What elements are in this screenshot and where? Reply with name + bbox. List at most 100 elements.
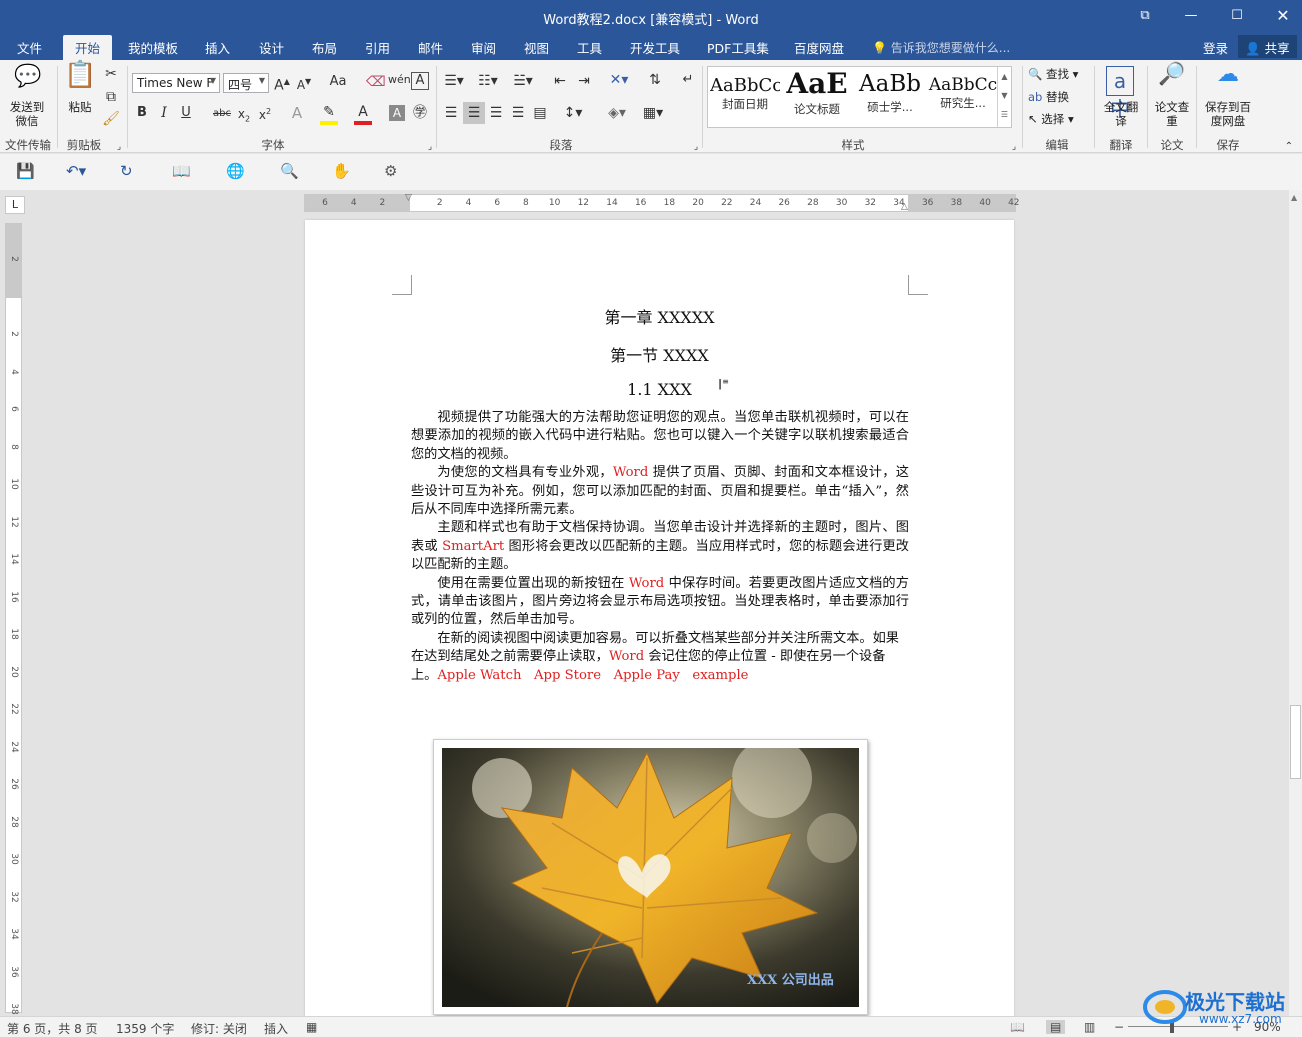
web-layout-icon[interactable]: 🌐 — [226, 162, 245, 180]
image-frame[interactable]: XXX 公司出品 — [433, 739, 868, 1015]
read-mode-view-icon[interactable]: 📖 — [1010, 1020, 1025, 1034]
login-button[interactable]: 登录 — [1203, 38, 1228, 57]
track-changes-status[interactable]: 修订: 关闭 — [191, 1020, 247, 1037]
multilevel-list-icon[interactable]: ☱▾ — [509, 72, 537, 90]
numbering-icon[interactable]: ☷▾ — [475, 72, 501, 90]
horizontal-ruler[interactable]: 6 4 2 2 4 6 8 10 12 14 16 18 20 22 24 26 28 30 32 34 36 38 40 4… — [304, 193, 1020, 212]
save-baidu-button[interactable]: 保存到百度网盘 — [1200, 100, 1256, 128]
more-styles-icon[interactable]: ☰ — [998, 105, 1011, 124]
copy-icon[interactable]: ⧉ — [102, 88, 120, 106]
style-paper-title[interactable]: AaE 论文标题 — [782, 67, 852, 127]
line-spacing-icon[interactable]: ↕▾ — [560, 104, 586, 122]
distributed-icon[interactable]: ▤ — [530, 104, 550, 122]
vertical-ruler[interactable]: 2 2 4 6 8 10 12 14 16 18 20 22 24 26 28 30 32 34 36 38 — [5, 223, 22, 1015]
borders-icon[interactable]: ▦▾ — [638, 104, 668, 122]
align-right-icon[interactable]: ☰ — [486, 104, 506, 122]
maximize-icon[interactable]: ☐ — [1225, 6, 1249, 28]
print-layout-view-icon[interactable]: ▤ — [1046, 1020, 1066, 1034]
subscript-icon[interactable]: x2 — [236, 105, 252, 128]
leaf-photo[interactable]: XXX 公司出品 — [442, 748, 859, 1007]
section-heading[interactable]: 第一节 XXXX — [305, 342, 1014, 366]
strikethrough-icon[interactable]: abc — [212, 105, 232, 123]
share-button[interactable]: 👤 共享 — [1238, 35, 1297, 58]
grow-font-icon[interactable]: A▲ — [274, 73, 290, 95]
superscript-icon[interactable]: x2 — [257, 103, 273, 124]
character-shading-icon[interactable]: A — [389, 105, 405, 121]
insert-mode-status[interactable]: 插入 — [264, 1020, 288, 1037]
minimize-icon[interactable]: — — [1179, 6, 1203, 28]
tab-design[interactable]: 设计 — [259, 38, 284, 57]
shrink-font-icon[interactable]: A▼ — [296, 73, 312, 94]
send-wechat-button[interactable]: 发送到微信 — [6, 100, 48, 128]
paragraph[interactable]: 视频提供了功能强大的方法帮助您证明您的观点。当您单击联机视频时，可以在想要添加的… — [411, 409, 909, 464]
sort-icon[interactable]: ⇅ — [645, 71, 665, 89]
shading-icon[interactable]: ◈▾ — [603, 104, 631, 122]
tab-layout[interactable]: 布局 — [312, 38, 337, 57]
web-layout-view-icon[interactable]: ▥ — [1084, 1020, 1095, 1034]
body-text[interactable]: 视频提供了功能强大的方法帮助您证明您的观点。当您单击联机视频时，可以在想要添加的… — [411, 409, 909, 685]
replace-button[interactable]: ab 替换 — [1028, 90, 1088, 104]
enclose-characters-icon[interactable]: ㊫ — [411, 104, 429, 122]
macro-record-icon[interactable]: ▦ — [306, 1020, 317, 1034]
style-master[interactable]: AaBb 硕士学... — [854, 67, 926, 127]
styles-scroll[interactable]: ▲ ▼ ☰ — [997, 67, 1011, 127]
chevron-up-icon[interactable]: ▲ — [998, 67, 1011, 86]
tab-developer[interactable]: 开发工具 — [630, 38, 680, 57]
tab-tools[interactable]: 工具 — [577, 38, 602, 57]
translate-icon[interactable]: a中 — [1106, 66, 1134, 121]
vertical-scrollbar[interactable]: ▲ — [1289, 190, 1302, 1016]
document-page[interactable]: 第一章 XXXXX 第一节 XXXX 1.1 XXX I≡ 视频提供了功能强大的… — [305, 220, 1014, 1020]
tab-insert[interactable]: 插入 — [205, 38, 230, 57]
tab-view[interactable]: 视图 — [524, 38, 549, 57]
customize-icon[interactable]: ⚙ — [384, 162, 397, 180]
undo-icon[interactable]: ↶▾ — [66, 162, 86, 180]
tab-references[interactable]: 引用 — [365, 38, 390, 57]
justify-icon[interactable]: ☰ — [508, 104, 528, 122]
paragraph[interactable]: 为使您的文档具有专业外观，Word 提供了页眉、页脚、封面和文本框设计，这些设计… — [411, 464, 909, 519]
tab-review[interactable]: 审阅 — [471, 38, 496, 57]
paste-button[interactable]: 粘贴 — [62, 100, 98, 114]
subsection-heading[interactable]: 1.1 XXX — [305, 380, 1014, 399]
bullets-icon[interactable]: ☰▾ — [441, 72, 467, 90]
ribbon-display-options-icon[interactable]: ⧉ — [1133, 6, 1157, 28]
scrollbar-thumb[interactable] — [1290, 705, 1301, 779]
page-count[interactable]: 第 6 页，共 8 页 — [7, 1020, 98, 1037]
underline-icon[interactable]: U — [179, 104, 193, 122]
tab-selector[interactable]: L — [5, 196, 25, 214]
text-effects-icon[interactable]: A — [288, 104, 306, 122]
word-count[interactable]: 1359 个字 — [116, 1020, 174, 1037]
tab-pdf[interactable]: PDF工具集 — [707, 38, 769, 57]
tab-mailings[interactable]: 邮件 — [418, 38, 443, 57]
tab-baidu[interactable]: 百度网盘 — [794, 38, 844, 57]
paragraph[interactable]: 使用在需要位置出现的新按钮在 Word 中保存时间。若要更改图片适应文档的方式，… — [411, 575, 909, 630]
style-graduate[interactable]: AaBbCc 研究生... — [928, 67, 998, 127]
paragraph[interactable]: 主题和样式也有助于文档保持协调。当您单击设计并选择新的主题时，图片、图表或 Sm… — [411, 519, 909, 574]
paper-check-icon[interactable]: 🔎 — [1158, 64, 1186, 98]
right-indent-marker-icon[interactable]: △ — [901, 202, 908, 212]
save-icon[interactable]: 💾 — [16, 162, 35, 180]
cut-icon[interactable]: ✂ — [102, 65, 120, 83]
paste-icon[interactable]: 📋 — [64, 62, 96, 100]
tab-file[interactable]: 文件 — [17, 38, 42, 57]
indent-marker-icon[interactable]: ▽ — [405, 193, 412, 203]
italic-icon[interactable]: I — [157, 104, 171, 122]
touch-mode-icon[interactable]: ✋ — [332, 162, 351, 180]
scroll-up-icon[interactable]: ▲ — [1291, 193, 1297, 202]
format-painter-icon[interactable]: 🖌 — [102, 110, 120, 128]
font-size-select[interactable]: 四号 ▼ — [223, 73, 269, 93]
align-center-icon[interactable]: ☰ — [463, 102, 485, 124]
change-case-button[interactable]: Aa — [325, 73, 351, 91]
find-button[interactable]: 🔍 查找 ▾ — [1028, 67, 1088, 81]
zoom-out-icon[interactable]: − — [1114, 1020, 1124, 1034]
increase-indent-icon[interactable]: ⇥ — [574, 72, 594, 90]
baidu-cloud-icon[interactable]: ☁ — [1212, 64, 1244, 98]
redo-icon[interactable]: ↻ — [120, 162, 133, 180]
bold-icon[interactable]: B — [135, 104, 149, 122]
phonetic-guide-icon[interactable]: wén — [388, 71, 411, 89]
chevron-down-icon[interactable]: ▼ — [998, 86, 1011, 105]
font-color-icon[interactable]: A — [354, 103, 372, 125]
print-preview-icon[interactable]: 🔍 — [280, 162, 299, 180]
read-mode-icon[interactable]: 📖 — [172, 162, 191, 180]
chapter-heading[interactable]: 第一章 XXXXX — [305, 304, 1014, 328]
full-translate-button[interactable]: 全文翻译 — [1100, 100, 1142, 128]
